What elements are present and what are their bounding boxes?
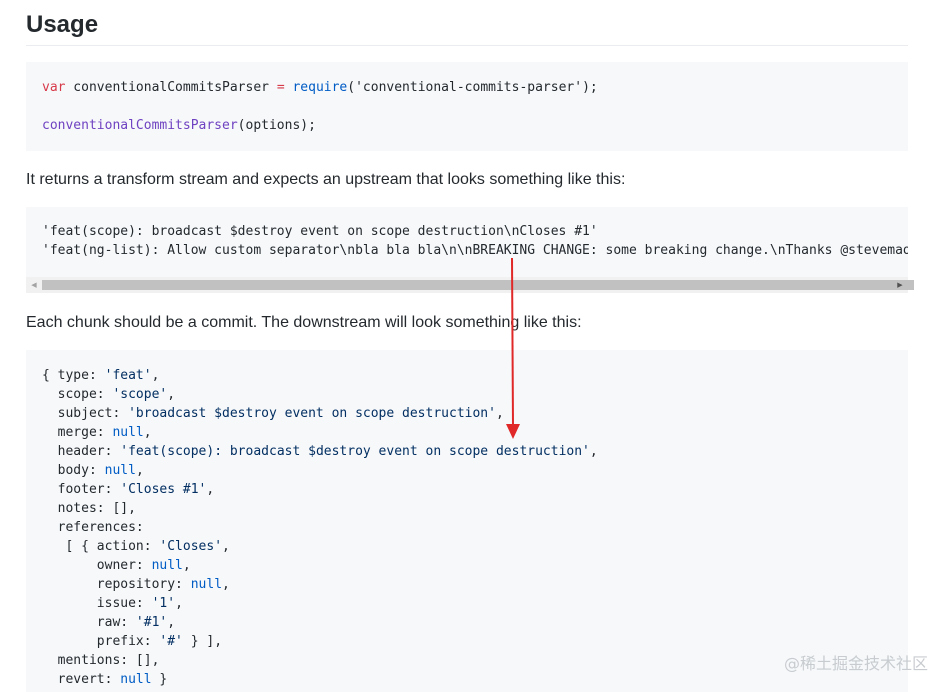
scrollbar-thumb[interactable] bbox=[42, 280, 914, 290]
section-heading: Usage bbox=[26, 8, 908, 46]
watermark: @稀土掘金技术社区 bbox=[783, 654, 928, 673]
code-key: mentions: [], bbox=[42, 653, 160, 668]
code-line: prefix: '#' } ], bbox=[42, 632, 908, 651]
code-line: subject: 'broadcast $destroy event on sc… bbox=[42, 404, 908, 423]
code-line: 'feat(scope): broadcast $destroy event o… bbox=[42, 224, 598, 239]
keyword-token: var bbox=[42, 80, 66, 95]
argument-token: ('conventional-commits-parser'); bbox=[347, 80, 598, 95]
code-line: raw: '#1', bbox=[42, 613, 908, 632]
code-punct: , bbox=[167, 387, 176, 402]
code-line: scope: 'scope', bbox=[42, 385, 908, 404]
code-punct: } bbox=[151, 672, 168, 687]
code-key: revert: bbox=[42, 672, 121, 687]
code-key: merge: bbox=[42, 425, 113, 440]
code-line: merge: null, bbox=[42, 423, 908, 442]
code-line: conventionalCommitsParser(options); bbox=[42, 116, 908, 135]
code-line: var conventionalCommitsParser = require(… bbox=[42, 78, 908, 97]
code-key: subject: bbox=[42, 406, 129, 421]
scroll-left-icon[interactable]: ◀ bbox=[26, 277, 42, 293]
code-key: scope: bbox=[42, 387, 113, 402]
code-punct: , bbox=[182, 558, 191, 573]
code-string: 'Closes' bbox=[159, 539, 223, 554]
code-string: '#' bbox=[159, 634, 183, 649]
code-line: revert: null } bbox=[42, 670, 908, 689]
code-key: notes: [], bbox=[42, 501, 136, 516]
code-string: 'broadcast $destroy event on scope destr… bbox=[128, 406, 496, 421]
code-literal: null bbox=[104, 463, 136, 478]
function-token: require bbox=[284, 80, 348, 95]
code-line: body: null, bbox=[42, 461, 908, 480]
paragraph-upstream: It returns a transform stream and expect… bbox=[26, 171, 626, 188]
code-string: 'feat(scope): broadcast $destroy event o… bbox=[120, 444, 590, 459]
code-punct: , bbox=[135, 463, 144, 478]
code-key: { type: bbox=[42, 368, 105, 383]
code-line: issue: '1', bbox=[42, 594, 908, 613]
code-block-downstream: { type: 'feat', scope: 'scope', subject:… bbox=[26, 350, 908, 692]
code-line: references: bbox=[42, 518, 908, 537]
operator-token: = bbox=[276, 80, 285, 95]
code-line: owner: null, bbox=[42, 556, 908, 575]
code-line: mentions: [], bbox=[42, 651, 908, 670]
code-line: notes: [], bbox=[42, 499, 908, 518]
code-line: [ { action: 'Closes', bbox=[42, 537, 908, 556]
code-punct: , bbox=[222, 539, 230, 554]
code-line: 'feat(ng-list): Allow custom separator\n… bbox=[42, 243, 908, 258]
identifier-token: conventionalCommitsParser bbox=[65, 80, 277, 95]
code-literal: null bbox=[190, 577, 223, 592]
code-string: 'scope' bbox=[112, 387, 168, 402]
code-literal: null bbox=[112, 425, 144, 440]
code-string: 'feat' bbox=[104, 368, 152, 383]
code-punct: } ], bbox=[182, 634, 223, 649]
code-line: { type: 'feat', bbox=[42, 366, 908, 385]
code-punct: , bbox=[143, 425, 152, 440]
code-literal: null bbox=[120, 672, 152, 687]
code-key: references: bbox=[42, 520, 144, 535]
code-line: repository: null, bbox=[42, 575, 908, 594]
code-key: owner: bbox=[42, 558, 152, 573]
code-block-usage: var conventionalCommitsParser = require(… bbox=[26, 62, 908, 151]
code-literal: null bbox=[151, 558, 183, 573]
code-punct: , bbox=[495, 406, 504, 421]
code-block-upstream: 'feat(scope): broadcast $destroy event o… bbox=[26, 207, 908, 277]
code-key: [ { action: bbox=[42, 539, 160, 554]
code-line: footer: 'Closes #1', bbox=[42, 480, 908, 499]
code-key: repository: bbox=[42, 577, 191, 592]
code-key: issue: bbox=[42, 596, 152, 611]
code-punct: , bbox=[167, 615, 176, 630]
code-punct: , bbox=[589, 444, 598, 459]
code-string: '#1' bbox=[135, 615, 168, 630]
code-string: 'Closes #1' bbox=[120, 482, 207, 497]
function-token: conventionalCommitsParser bbox=[42, 118, 238, 133]
code-key: header: bbox=[42, 444, 121, 459]
code-key: raw: bbox=[42, 615, 136, 630]
code-punct: , bbox=[222, 577, 230, 592]
paragraph-downstream: Each chunk should be a commit. The downs… bbox=[26, 314, 582, 331]
code-key: footer: bbox=[42, 482, 121, 497]
code-key: prefix: bbox=[42, 634, 160, 649]
code-punct: , bbox=[151, 368, 160, 383]
code-key: body: bbox=[42, 463, 105, 478]
scroll-right-icon[interactable]: ▶ bbox=[892, 277, 908, 293]
code-string: '1' bbox=[151, 596, 176, 611]
code-punct: , bbox=[175, 596, 183, 611]
horizontal-scrollbar[interactable]: ◀ ▶ bbox=[26, 277, 914, 293]
code-punct: , bbox=[206, 482, 215, 497]
argument-token: (options); bbox=[237, 118, 316, 133]
code-line: header: 'feat(scope): broadcast $destroy… bbox=[42, 442, 908, 461]
